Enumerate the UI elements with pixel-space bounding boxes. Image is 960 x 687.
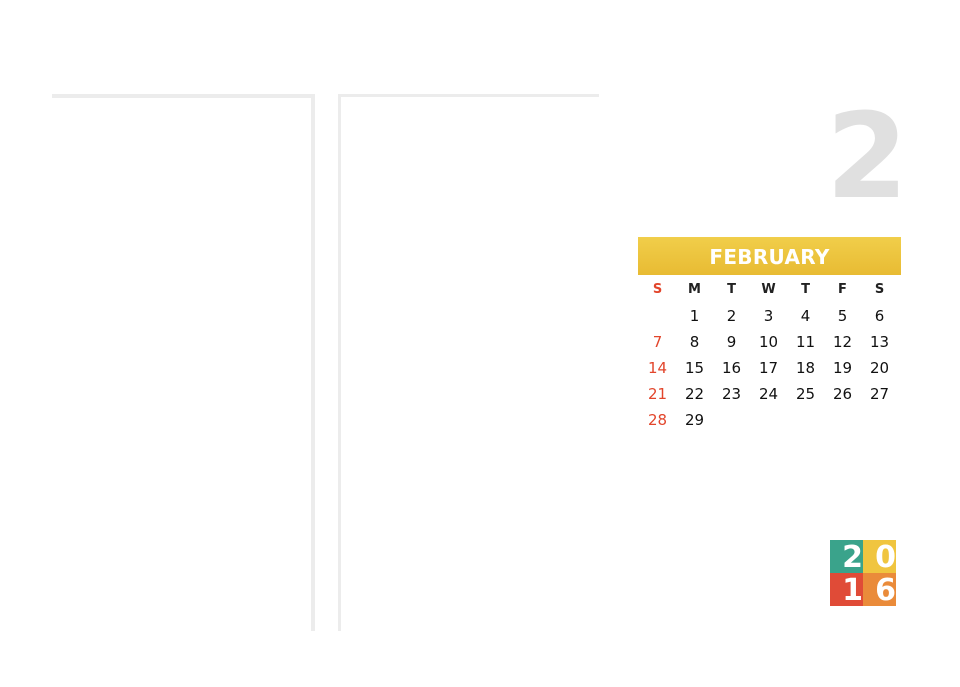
calendar-day-empty [639, 303, 676, 329]
frame-top-right [338, 94, 599, 97]
weekday-header: F [838, 282, 847, 297]
calendar-day: 2 [726, 307, 737, 325]
month-number: 2 [826, 87, 909, 225]
calendar-day: 9 [726, 333, 737, 351]
calendar-day: 13 [869, 333, 890, 351]
calendar-day: 10 [758, 333, 779, 351]
weekday-header: W [761, 282, 776, 297]
calendar-day: 17 [758, 359, 779, 377]
calendar-day: 29 [684, 411, 705, 429]
calendar-day: 8 [689, 333, 700, 351]
calendar-day: 16 [721, 359, 742, 377]
weekday-header: M [688, 282, 701, 297]
year-badge: 2016 [830, 540, 896, 608]
weekday-header: T [801, 282, 810, 297]
calendar-day: 27 [869, 385, 890, 403]
calendar-day: 7 [652, 333, 663, 351]
calendar-day: 14 [647, 359, 668, 377]
calendar-day: 6 [874, 307, 885, 325]
calendar-day-empty [713, 407, 750, 433]
weekday-header: S [652, 282, 663, 297]
calendar-day: 4 [800, 307, 811, 325]
calendar-day: 3 [763, 307, 774, 325]
year-digit-tile: 0 [863, 540, 896, 575]
calendar-day: 21 [647, 385, 668, 403]
calendar-day-empty [750, 407, 787, 433]
year-digit-tile: 2 [830, 540, 863, 575]
calendar-day: 15 [684, 359, 705, 377]
calendar-day-empty [824, 407, 861, 433]
month-title: FEBRUARY [638, 237, 901, 275]
frame-divider-right [338, 94, 341, 631]
weekday-header: T [727, 282, 736, 297]
frame-divider-left [311, 94, 315, 631]
calendar-day: 26 [832, 385, 853, 403]
frame-top-left [52, 94, 314, 98]
calendar-day-empty [861, 407, 898, 433]
calendar-day: 22 [684, 385, 705, 403]
calendar-day: 5 [837, 307, 848, 325]
calendar-day: 28 [647, 411, 668, 429]
year-digit-tile: 1 [830, 573, 863, 608]
weekday-header: S [874, 282, 885, 297]
calendar-grid: S M T W T F S 1 2 3 4 5 6 7 8 9 10 11 12 13 14 15 16 17 18 19 20 21… [639, 277, 898, 433]
calendar-day: 18 [795, 359, 816, 377]
calendar-day: 12 [832, 333, 853, 351]
calendar-day: 24 [758, 385, 779, 403]
calendar-day-empty [787, 407, 824, 433]
calendar-day: 1 [689, 307, 700, 325]
year-digit-tile: 6 [863, 573, 896, 608]
calendar-day: 19 [832, 359, 853, 377]
calendar-day: 20 [869, 359, 890, 377]
calendar-day: 25 [795, 385, 816, 403]
calendar-day: 23 [721, 385, 742, 403]
calendar-day: 11 [795, 333, 816, 351]
